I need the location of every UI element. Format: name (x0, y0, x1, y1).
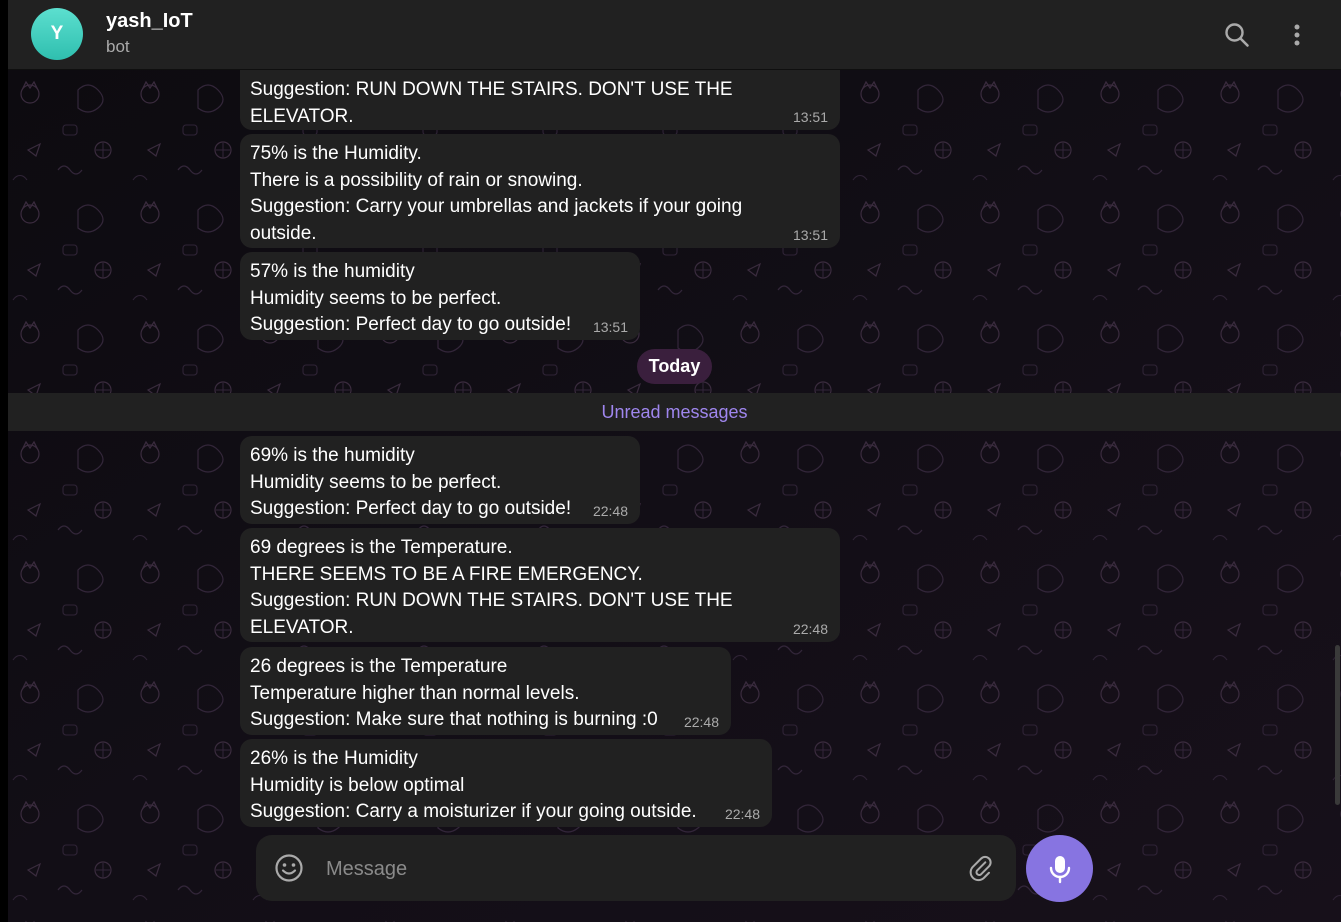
paperclip-icon (969, 855, 992, 882)
more-options-button[interactable] (1277, 15, 1317, 55)
voice-record-button[interactable] (1026, 835, 1093, 902)
message-time: 22:48 (792, 621, 828, 637)
message-list[interactable]: Suggestion: RUN DOWN THE STAIRS. DON'T U… (8, 70, 1341, 922)
message-text: Suggestion: Make sure that nothing is bu… (250, 709, 658, 730)
message-text: Suggestion: RUN DOWN THE STAIRS. DON'T U… (250, 79, 733, 100)
message-text: Suggestion: Perfect day to go outside! (250, 314, 572, 335)
message-text: 26 degrees is the Temperature (250, 656, 508, 677)
window-edge (0, 0, 8, 922)
more-vertical-icon (1294, 24, 1300, 46)
message-bubble[interactable]: 75% is the Humidity. There is a possibil… (240, 134, 840, 248)
search-button[interactable] (1217, 15, 1257, 55)
search-icon (1225, 23, 1249, 47)
microphone-icon (1049, 855, 1070, 883)
unread-messages-divider: Unread messages (8, 393, 1341, 431)
message-text: ELEVATOR. (250, 616, 354, 638)
message-text: There is a possibility of rain or snowin… (250, 169, 583, 191)
message-text: ELEVATOR. (250, 105, 354, 127)
message-bubble[interactable]: 57% is the humidity Humidity seems to be… (240, 252, 640, 340)
message-time: 13:51 (792, 227, 828, 243)
message-text: Humidity seems to be perfect. (250, 471, 502, 493)
message-text: 75% is the Humidity. (250, 143, 422, 164)
message-time: 22:48 (683, 714, 719, 730)
message-text: outside. (250, 222, 317, 244)
message-input[interactable] (324, 852, 948, 886)
message-time: 22:48 (592, 503, 628, 519)
message-text: THERE SEEMS TO BE A FIRE EMERGENCY. (250, 563, 643, 585)
message-text: Suggestion: RUN DOWN THE STAIRS. DON'T U… (250, 590, 733, 611)
message-bubble[interactable]: 69% is the humidity Humidity seems to be… (240, 436, 640, 524)
message-time: 13:51 (592, 319, 628, 335)
message-text: Humidity is below optimal (250, 774, 465, 796)
attach-button[interactable] (963, 851, 997, 885)
message-text: Suggestion: Carry a moisturizer if your … (250, 801, 697, 822)
message-bubble[interactable]: 26 degrees is the Temperature Temperatur… (240, 647, 731, 735)
message-composer (256, 835, 1016, 901)
date-separator: Today (637, 349, 712, 384)
message-text: 57% is the humidity (250, 261, 415, 282)
chat-header: Y yash_IoT bot (8, 0, 1341, 70)
message-text: 69 degrees is the Temperature. (250, 537, 513, 558)
chat-title[interactable]: yash_IoT (106, 10, 193, 33)
chat-status: bot (106, 37, 130, 56)
emoji-button[interactable] (272, 851, 306, 885)
message-bubble[interactable]: 69 degrees is the Temperature. THERE SEE… (240, 528, 840, 642)
message-time: 22:48 (724, 806, 760, 822)
emoji-icon (275, 854, 303, 882)
message-bubble[interactable]: Suggestion: RUN DOWN THE STAIRS. DON'T U… (240, 70, 840, 130)
message-time: 13:51 (792, 109, 828, 125)
scrollbar-thumb[interactable] (1335, 645, 1340, 805)
message-text: Humidity seems to be perfect. (250, 287, 502, 309)
message-text: Suggestion: Perfect day to go outside! (250, 498, 572, 519)
message-text: Suggestion: Carry your umbrellas and jac… (250, 196, 743, 217)
avatar-letter: Y (50, 23, 64, 44)
avatar[interactable]: Y (31, 8, 83, 60)
message-text: 26% is the Humidity (250, 748, 418, 769)
message-bubble[interactable]: 26% is the Humidity Humidity is below op… (240, 739, 772, 827)
message-text: 69% is the humidity (250, 445, 415, 466)
message-text: Temperature higher than normal levels. (250, 682, 580, 704)
